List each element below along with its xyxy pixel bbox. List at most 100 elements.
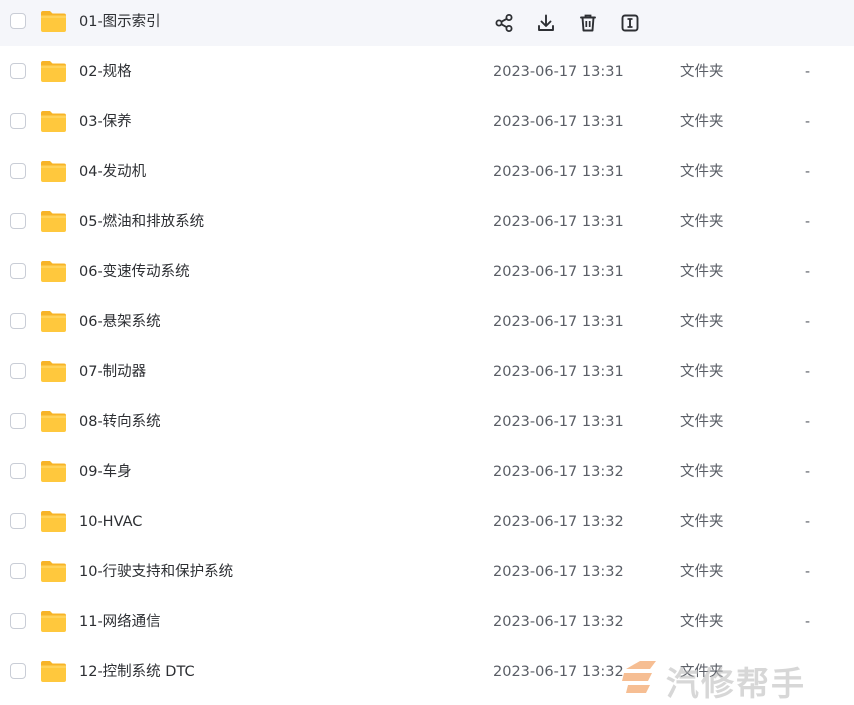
file-row[interactable]: 01-图示索引 [0, 0, 854, 46]
folder-icon [41, 311, 66, 332]
file-type: 文件夹 [680, 64, 724, 80]
row-checkbox[interactable] [10, 313, 26, 329]
file-date: 2023-06-17 13:31 [493, 414, 624, 430]
file-size: - [805, 264, 811, 280]
file-type: 文件夹 [680, 564, 724, 580]
file-row[interactable]: 05-燃油和排放系统 2023-06-17 13:31 文件夹 - [0, 200, 854, 250]
row-checkbox[interactable] [10, 63, 26, 79]
share-icon[interactable] [493, 12, 515, 34]
watermark-logo: 汽修帮手 [620, 655, 854, 703]
file-name[interactable]: 06-悬架系统 [79, 312, 161, 332]
file-name[interactable]: 07-制动器 [79, 362, 146, 382]
row-checkbox[interactable] [10, 613, 26, 629]
folder-icon [41, 611, 66, 632]
file-type: 文件夹 [680, 414, 724, 430]
file-type: 文件夹 [680, 164, 724, 180]
file-date: 2023-06-17 13:31 [493, 364, 624, 380]
file-size: - [805, 514, 811, 530]
folder-icon [41, 411, 66, 432]
file-size: - [805, 64, 811, 80]
row-checkbox[interactable] [10, 13, 26, 29]
watermark-text: 汽修帮手 [666, 664, 806, 703]
file-row[interactable]: 08-转向系统 2023-06-17 13:31 文件夹 - [0, 400, 854, 450]
file-row[interactable]: 02-规格 2023-06-17 13:31 文件夹 - [0, 50, 854, 100]
file-size: - [805, 164, 811, 180]
file-size: - [805, 364, 811, 380]
folder-icon [41, 361, 66, 382]
file-type: 文件夹 [680, 614, 724, 630]
file-type: 文件夹 [680, 514, 724, 530]
file-row[interactable]: 09-车身 2023-06-17 13:32 文件夹 - [0, 450, 854, 500]
file-row[interactable]: 10-行驶支持和保护系统 2023-06-17 13:32 文件夹 - [0, 550, 854, 600]
folder-icon [41, 261, 66, 282]
file-date: 2023-06-17 13:31 [493, 214, 624, 230]
file-size: - [805, 564, 811, 580]
file-row[interactable]: 06-变速传动系统 2023-06-17 13:31 文件夹 - [0, 250, 854, 300]
file-type: 文件夹 [680, 264, 724, 280]
folder-icon [41, 61, 66, 82]
row-checkbox[interactable] [10, 513, 26, 529]
folder-icon [41, 161, 66, 182]
file-row[interactable]: 04-发动机 2023-06-17 13:31 文件夹 - [0, 150, 854, 200]
folder-icon [41, 661, 66, 682]
file-name[interactable]: 01-图示索引 [79, 12, 161, 32]
row-checkbox[interactable] [10, 463, 26, 479]
file-date: 2023-06-17 13:31 [493, 64, 624, 80]
file-date: 2023-06-17 13:31 [493, 314, 624, 330]
folder-icon [41, 561, 66, 582]
file-size: - [805, 114, 811, 130]
file-type: 文件夹 [680, 214, 724, 230]
folder-icon [41, 461, 66, 482]
file-row[interactable]: 03-保养 2023-06-17 13:31 文件夹 - [0, 100, 854, 150]
file-date: 2023-06-17 13:31 [493, 114, 624, 130]
row-checkbox[interactable] [10, 113, 26, 129]
row-checkbox[interactable] [10, 563, 26, 579]
download-icon[interactable] [535, 12, 557, 34]
file-name[interactable]: 03-保养 [79, 112, 132, 132]
file-row[interactable]: 11-网络通信 2023-06-17 13:32 文件夹 - [0, 600, 854, 650]
rename-icon[interactable] [619, 12, 641, 34]
file-name[interactable]: 02-规格 [79, 62, 132, 82]
row-checkbox[interactable] [10, 413, 26, 429]
folder-icon [41, 11, 66, 32]
file-row[interactable]: 10-HVAC 2023-06-17 13:32 文件夹 - [0, 500, 854, 550]
row-actions [493, 12, 641, 34]
file-size: - [805, 464, 811, 480]
row-checkbox[interactable] [10, 663, 26, 679]
file-date: 2023-06-17 13:31 [493, 164, 624, 180]
watermark-logo-icon [622, 661, 656, 693]
file-name[interactable]: 10-行驶支持和保护系统 [79, 562, 233, 582]
row-checkbox[interactable] [10, 263, 26, 279]
row-checkbox[interactable] [10, 363, 26, 379]
file-name[interactable]: 08-转向系统 [79, 412, 161, 432]
file-list: 01-图示索引 02-规格 2023-06-17 13:31 文件夹 - 03-保养 2… [0, 0, 854, 700]
file-date: 2023-06-17 13:32 [493, 614, 624, 630]
file-name[interactable]: 06-变速传动系统 [79, 262, 190, 282]
file-type: 文件夹 [680, 364, 724, 380]
file-type: 文件夹 [680, 114, 724, 130]
file-name[interactable]: 11-网络通信 [79, 612, 161, 632]
file-name[interactable]: 04-发动机 [79, 162, 146, 182]
file-name[interactable]: 10-HVAC [79, 512, 142, 532]
file-row[interactable]: 06-悬架系统 2023-06-17 13:31 文件夹 - [0, 300, 854, 350]
folder-icon [41, 211, 66, 232]
file-size: - [805, 314, 811, 330]
row-checkbox[interactable] [10, 163, 26, 179]
file-name[interactable]: 12-控制系统 DTC [79, 662, 195, 682]
file-type: 文件夹 [680, 464, 724, 480]
file-name[interactable]: 09-车身 [79, 462, 132, 482]
file-date: 2023-06-17 13:32 [493, 564, 624, 580]
file-date: 2023-06-17 13:32 [493, 514, 624, 530]
file-size: - [805, 214, 811, 230]
file-date: 2023-06-17 13:32 [493, 664, 624, 680]
file-size: - [805, 614, 811, 630]
file-size: - [805, 414, 811, 430]
row-checkbox[interactable] [10, 213, 26, 229]
file-row[interactable]: 07-制动器 2023-06-17 13:31 文件夹 - [0, 350, 854, 400]
file-date: 2023-06-17 13:32 [493, 464, 624, 480]
file-name[interactable]: 05-燃油和排放系统 [79, 212, 204, 232]
delete-icon[interactable] [577, 12, 599, 34]
folder-icon [41, 111, 66, 132]
file-type: 文件夹 [680, 314, 724, 330]
folder-icon [41, 511, 66, 532]
